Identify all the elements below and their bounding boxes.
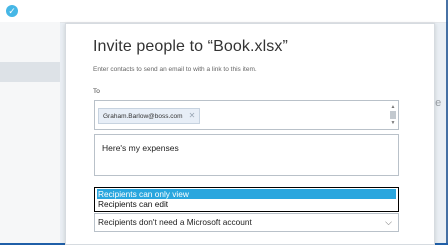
app-header: ✓ — [0, 0, 448, 23]
to-field[interactable]: Graham.Barlow@boss.com ✕ ▲ ▼ — [94, 100, 399, 130]
dialog-subtitle: Enter contacts to send an email to with … — [93, 66, 257, 73]
left-pane-selected-row — [0, 62, 60, 82]
left-pane — [0, 22, 60, 243]
account-requirement-value: Recipients don't need a Microsoft accoun… — [98, 217, 252, 227]
to-scrollbar[interactable]: ▲ ▼ — [390, 104, 396, 126]
dialog-title: Invite people to “Book.xlsx” — [93, 38, 288, 55]
message-text: Here's my expenses — [102, 143, 179, 153]
check-icon[interactable]: ✓ — [6, 5, 18, 17]
invite-dialog: Invite people to “Book.xlsx” Enter conta… — [65, 23, 435, 245]
permission-dropdown-list[interactable]: Recipients can only view Recipients can … — [94, 187, 399, 212]
account-requirement-select[interactable]: Recipients don't need a Microsoft accoun… — [94, 213, 399, 232]
permission-option-view[interactable]: Recipients can only view — [97, 189, 396, 199]
scroll-thumb[interactable] — [390, 111, 396, 119]
recipient-email: Graham.Barlow@boss.com — [103, 112, 183, 120]
close-icon[interactable]: ✕ — [189, 112, 196, 120]
to-label: To — [93, 88, 100, 95]
chevron-down-icon[interactable]: ⌵ — [385, 217, 392, 228]
message-textarea[interactable]: Here's my expenses — [94, 134, 399, 176]
permission-option-edit[interactable]: Recipients can edit — [97, 199, 396, 209]
scroll-down-icon[interactable]: ▼ — [390, 120, 396, 126]
scroll-up-icon[interactable]: ▲ — [390, 104, 396, 110]
recipient-chip[interactable]: Graham.Barlow@boss.com ✕ — [98, 108, 201, 124]
